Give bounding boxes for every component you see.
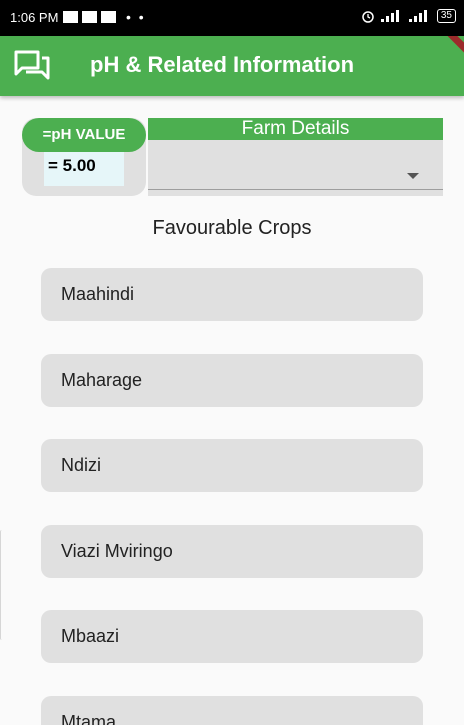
dropdown-arrow-icon[interactable] [407,173,419,179]
battery-icon: 35 [436,9,456,23]
status-bar: 1:06 PM • • 35 [0,0,464,36]
notification-icon [101,11,116,23]
dropdown-underline [148,189,443,190]
crop-item[interactable]: Maharage [41,354,423,407]
status-indicators: 35 [361,9,456,23]
crop-item[interactable]: Viazi Mviringo [41,525,423,578]
favourable-crops-title: Favourable Crops [152,217,312,239]
crop-item[interactable]: Mbaazi [41,610,423,663]
page-title: pH & Related Information [90,52,355,77]
ph-label: =pH VALUE [22,118,146,152]
debug-banner [438,36,464,62]
farm-dropdown[interactable] [148,140,443,196]
notification-icon [63,11,78,23]
crop-label: Ndizi [61,455,102,475]
crop-label: Mbaazi [61,626,120,646]
notification-icon [82,11,97,23]
crop-label: Viazi Mviringo [61,541,173,561]
farm-details-header: Farm Details [148,118,443,140]
chat-icon[interactable] [14,50,50,82]
notification-icons: • • [63,9,146,25]
crop-label: Mtama [61,712,117,725]
signal-icon [380,10,399,22]
crop-item[interactable]: Mtama [41,696,423,725]
signal-icon [408,10,427,22]
more-notifications-icon: • • [126,9,146,25]
scroll-edge [0,530,4,640]
crop-item[interactable]: Ndizi [41,439,423,492]
crop-label: Maharage [61,370,143,390]
ph-value: = 5.00 [48,156,96,175]
alarm-icon [362,11,374,23]
app-bar: pH & Related Information [0,36,464,96]
status-time: 1:06 PM [10,10,59,25]
crop-item[interactable]: Maahindi [41,268,423,321]
crop-label: Maahindi [61,284,135,304]
